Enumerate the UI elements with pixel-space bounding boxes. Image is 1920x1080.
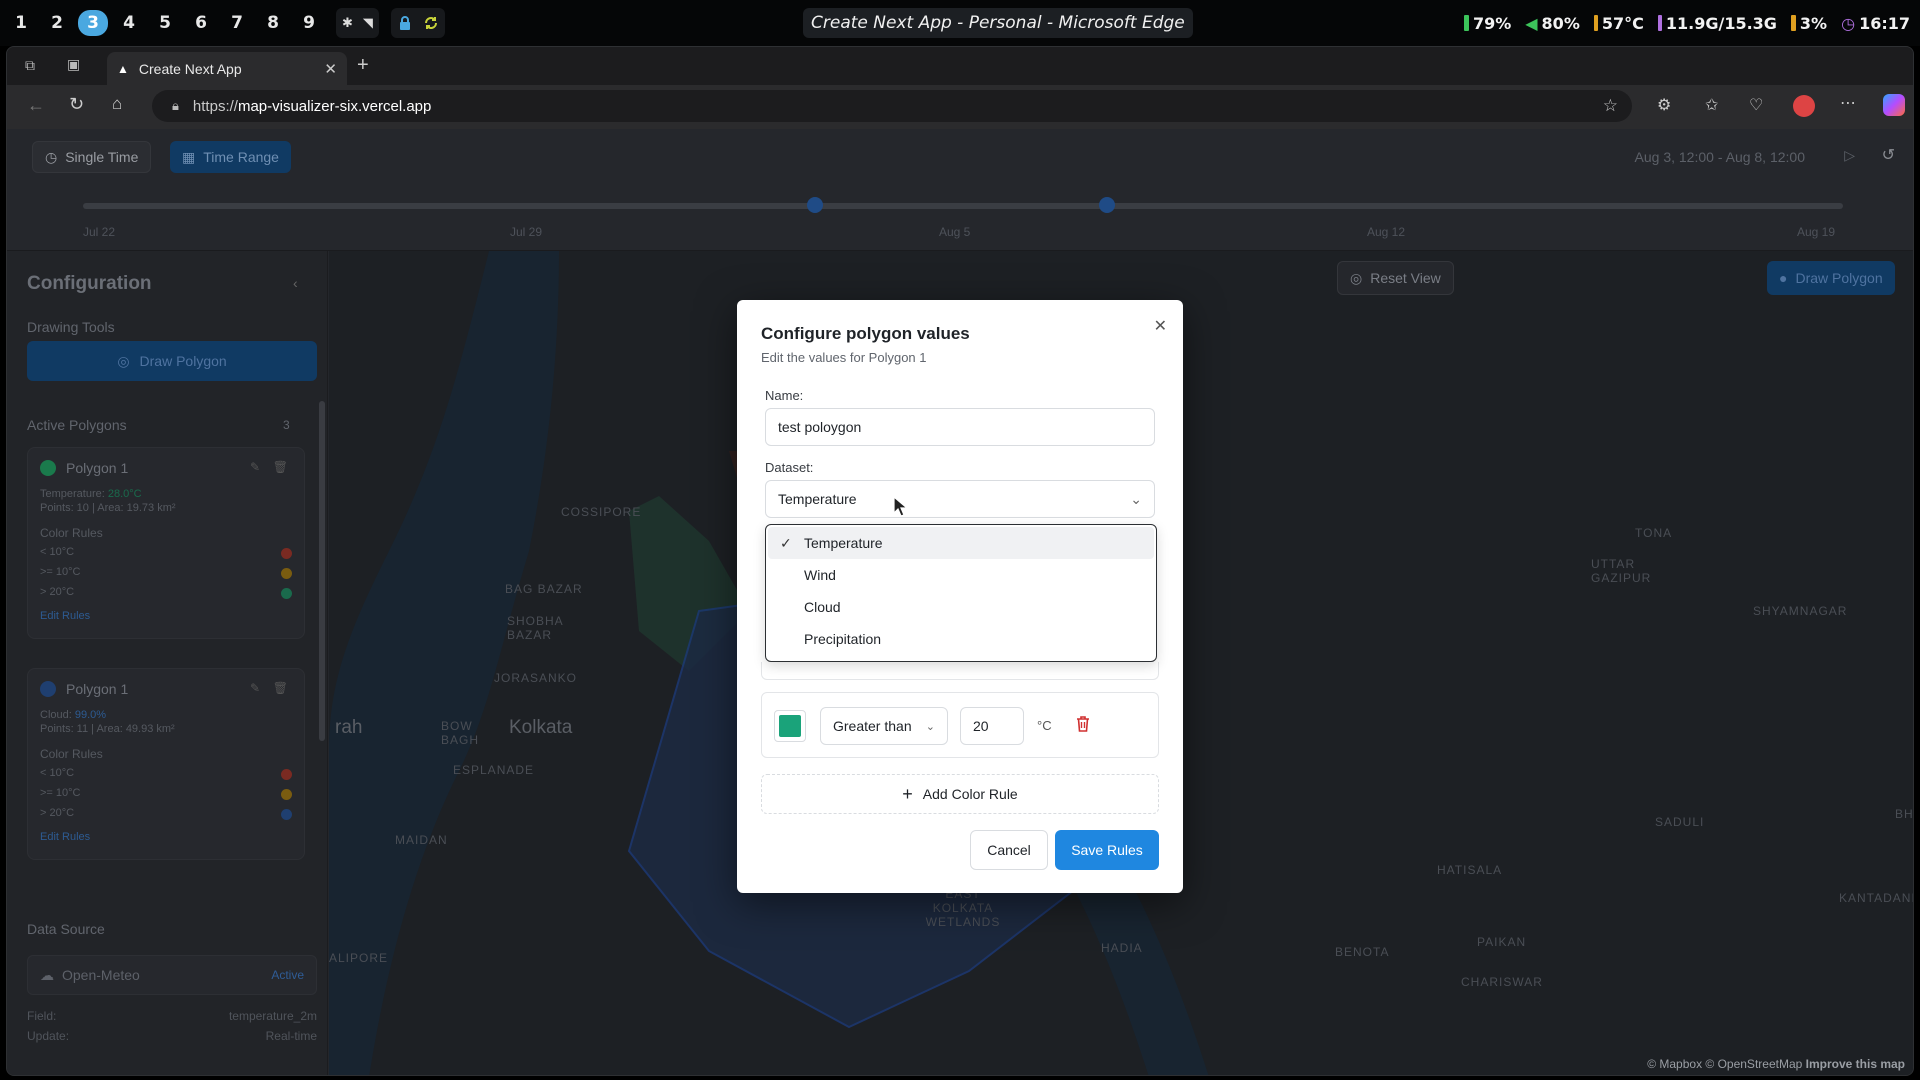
add-rule-label: Add Color Rule (922, 786, 1018, 802)
rule-operator-select[interactable]: Greater than ⌄ (820, 707, 948, 745)
close-dialog-icon[interactable]: ✕ (1154, 316, 1167, 336)
workspace-1[interactable]: 1 (6, 10, 36, 36)
battery-icon (1463, 15, 1469, 31)
home-icon[interactable]: ⌂ (112, 94, 122, 114)
rule-unit: °C (1037, 718, 1052, 733)
profile-avatar[interactable] (1793, 95, 1815, 117)
url-host: map-visualizer-six.vercel.app (237, 97, 432, 115)
dataset-select[interactable]: Temperature ⌄ (765, 480, 1155, 518)
workspace-8[interactable]: 8 (258, 10, 288, 36)
close-tab-icon[interactable]: ✕ (324, 60, 337, 78)
plus-icon: + (902, 783, 913, 804)
name-label: Name: (765, 388, 804, 403)
battery-stat: 79% (1463, 13, 1512, 33)
tab-create-next-app[interactable]: ▲ Create Next App ✕ (107, 52, 347, 85)
clock-stat: ◷ 16:17 (1841, 14, 1910, 33)
delete-rule-icon[interactable] (1075, 715, 1091, 733)
volume-value: 80% (1541, 13, 1580, 33)
rule-color-swatch[interactable] (774, 710, 806, 742)
workspace-4[interactable]: 4 (114, 10, 144, 36)
cancel-button[interactable]: Cancel (970, 830, 1048, 870)
url-prefix: https:// (192, 97, 238, 115)
option-label: Precipitation (804, 631, 882, 647)
thermometer-icon (1593, 15, 1598, 31)
window-title: Create Next App - Personal - Microsoft E… (803, 8, 1193, 38)
dataset-value: Temperature (778, 491, 857, 507)
operator-value: Greater than (833, 718, 912, 734)
dataset-dropdown-menu: ✓ Temperature Wind Cloud Precipitation (765, 524, 1157, 662)
bluetooth-icon[interactable]: ✱ (342, 15, 353, 31)
address-bar-row: ← ↻ ⌂ 🔒︎ https://map-visualizer-six.verc… (7, 85, 1913, 129)
new-tab-icon[interactable]: + (357, 54, 369, 77)
volume-stat: ◀ 80% (1525, 14, 1580, 33)
swatch-fill (779, 715, 801, 737)
name-field[interactable]: test poloygon (765, 408, 1155, 446)
rule-value: 20 (973, 718, 989, 734)
temperature-stat: 57°C (1593, 13, 1644, 33)
system-stats: 79% ◀ 80% 57°C 11.9G/15.3G 3% ◷ 16:17 (1463, 8, 1910, 38)
sync-icon[interactable] (423, 14, 439, 32)
tab-strip: ⧉ ▣ ▲ Create Next App ✕ + (7, 47, 1913, 85)
workspace-3[interactable]: 3 (78, 10, 108, 36)
favorites-icon[interactable]: ✩ (1705, 95, 1718, 115)
cpu-icon (1790, 15, 1796, 31)
configure-polygon-dialog: Configure polygon values Edit the values… (737, 300, 1183, 893)
lock-icon[interactable] (397, 14, 413, 32)
favorite-star-icon[interactable]: ☆ (1603, 96, 1618, 116)
name-value: test poloygon (778, 419, 862, 435)
dropdown-option-precipitation[interactable]: Precipitation (768, 623, 1154, 655)
copilot-icon[interactable] (1883, 94, 1905, 116)
option-label: Wind (804, 567, 836, 583)
volume-icon: ◀ (1525, 13, 1538, 33)
workspace-5[interactable]: 5 (150, 10, 180, 36)
workspaces-icon[interactable]: ⧉ (25, 57, 35, 74)
url-field[interactable]: 🔒︎ https://map-visualizer-six.vercel.app… (152, 90, 1632, 122)
back-icon[interactable]: ← (27, 95, 45, 116)
dropdown-option-temperature[interactable]: ✓ Temperature (768, 527, 1154, 559)
browser-essentials-icon[interactable]: ♡ (1749, 95, 1763, 115)
dropdown-option-wind[interactable]: Wind (768, 559, 1154, 591)
tray-group-security (390, 8, 445, 38)
clock-icon: ◷ (1841, 13, 1856, 33)
chevron-down-icon: ⌄ (1130, 490, 1142, 507)
refresh-icon[interactable]: ↻ (69, 94, 84, 115)
mouse-pointer-icon (893, 496, 909, 517)
workspace-7[interactable]: 7 (222, 10, 252, 36)
memory-stat: 11.9G/15.3G (1657, 13, 1777, 33)
option-label: Temperature (804, 535, 883, 551)
color-rule-row: Greater than ⌄ 20 °C (761, 692, 1159, 758)
system-taskbar: 1 2 3 4 5 6 7 8 9 ✱ ◥ Create Next App - … (0, 0, 1920, 46)
previous-rule-row (761, 662, 1159, 680)
chevron-down-icon: ⌄ (925, 720, 935, 733)
save-rules-button[interactable]: Save Rules (1055, 830, 1159, 870)
temperature-value: 57°C (1601, 13, 1644, 33)
cpu-stat: 3% (1790, 13, 1828, 33)
dropdown-option-cloud[interactable]: Cloud (768, 591, 1154, 623)
tray-group-network: ✱ ◥ (336, 8, 379, 38)
extensions-icon[interactable]: ⚙ (1657, 95, 1671, 115)
check-icon: ✓ (780, 534, 792, 551)
memory-value: 11.9G/15.3G (1665, 13, 1777, 33)
more-options-icon[interactable]: ⋯ (1840, 93, 1856, 113)
option-label: Cloud (804, 599, 841, 615)
wifi-icon[interactable]: ◥ (363, 15, 373, 31)
dataset-label: Dataset: (765, 460, 814, 475)
dialog-title: Configure polygon values (761, 324, 970, 343)
nextjs-favicon-icon: ▲ (117, 61, 129, 76)
battery-value: 79% (1472, 13, 1512, 33)
site-info-icon[interactable]: 🔒︎ (172, 98, 179, 114)
workspace-2[interactable]: 2 (42, 10, 72, 36)
vertical-tabs-icon[interactable]: ▣ (67, 56, 80, 73)
rule-value-input[interactable]: 20 (960, 707, 1024, 745)
cpu-value: 3% (1799, 13, 1828, 33)
add-color-rule-button[interactable]: + Add Color Rule (761, 774, 1159, 814)
clock-value: 16:17 (1859, 13, 1910, 33)
dialog-subtitle: Edit the values for Polygon 1 (761, 350, 927, 365)
workspace-9[interactable]: 9 (294, 10, 324, 36)
workspace-6[interactable]: 6 (186, 10, 216, 36)
tab-title: Create Next App (138, 60, 242, 77)
memory-icon (1657, 15, 1662, 31)
